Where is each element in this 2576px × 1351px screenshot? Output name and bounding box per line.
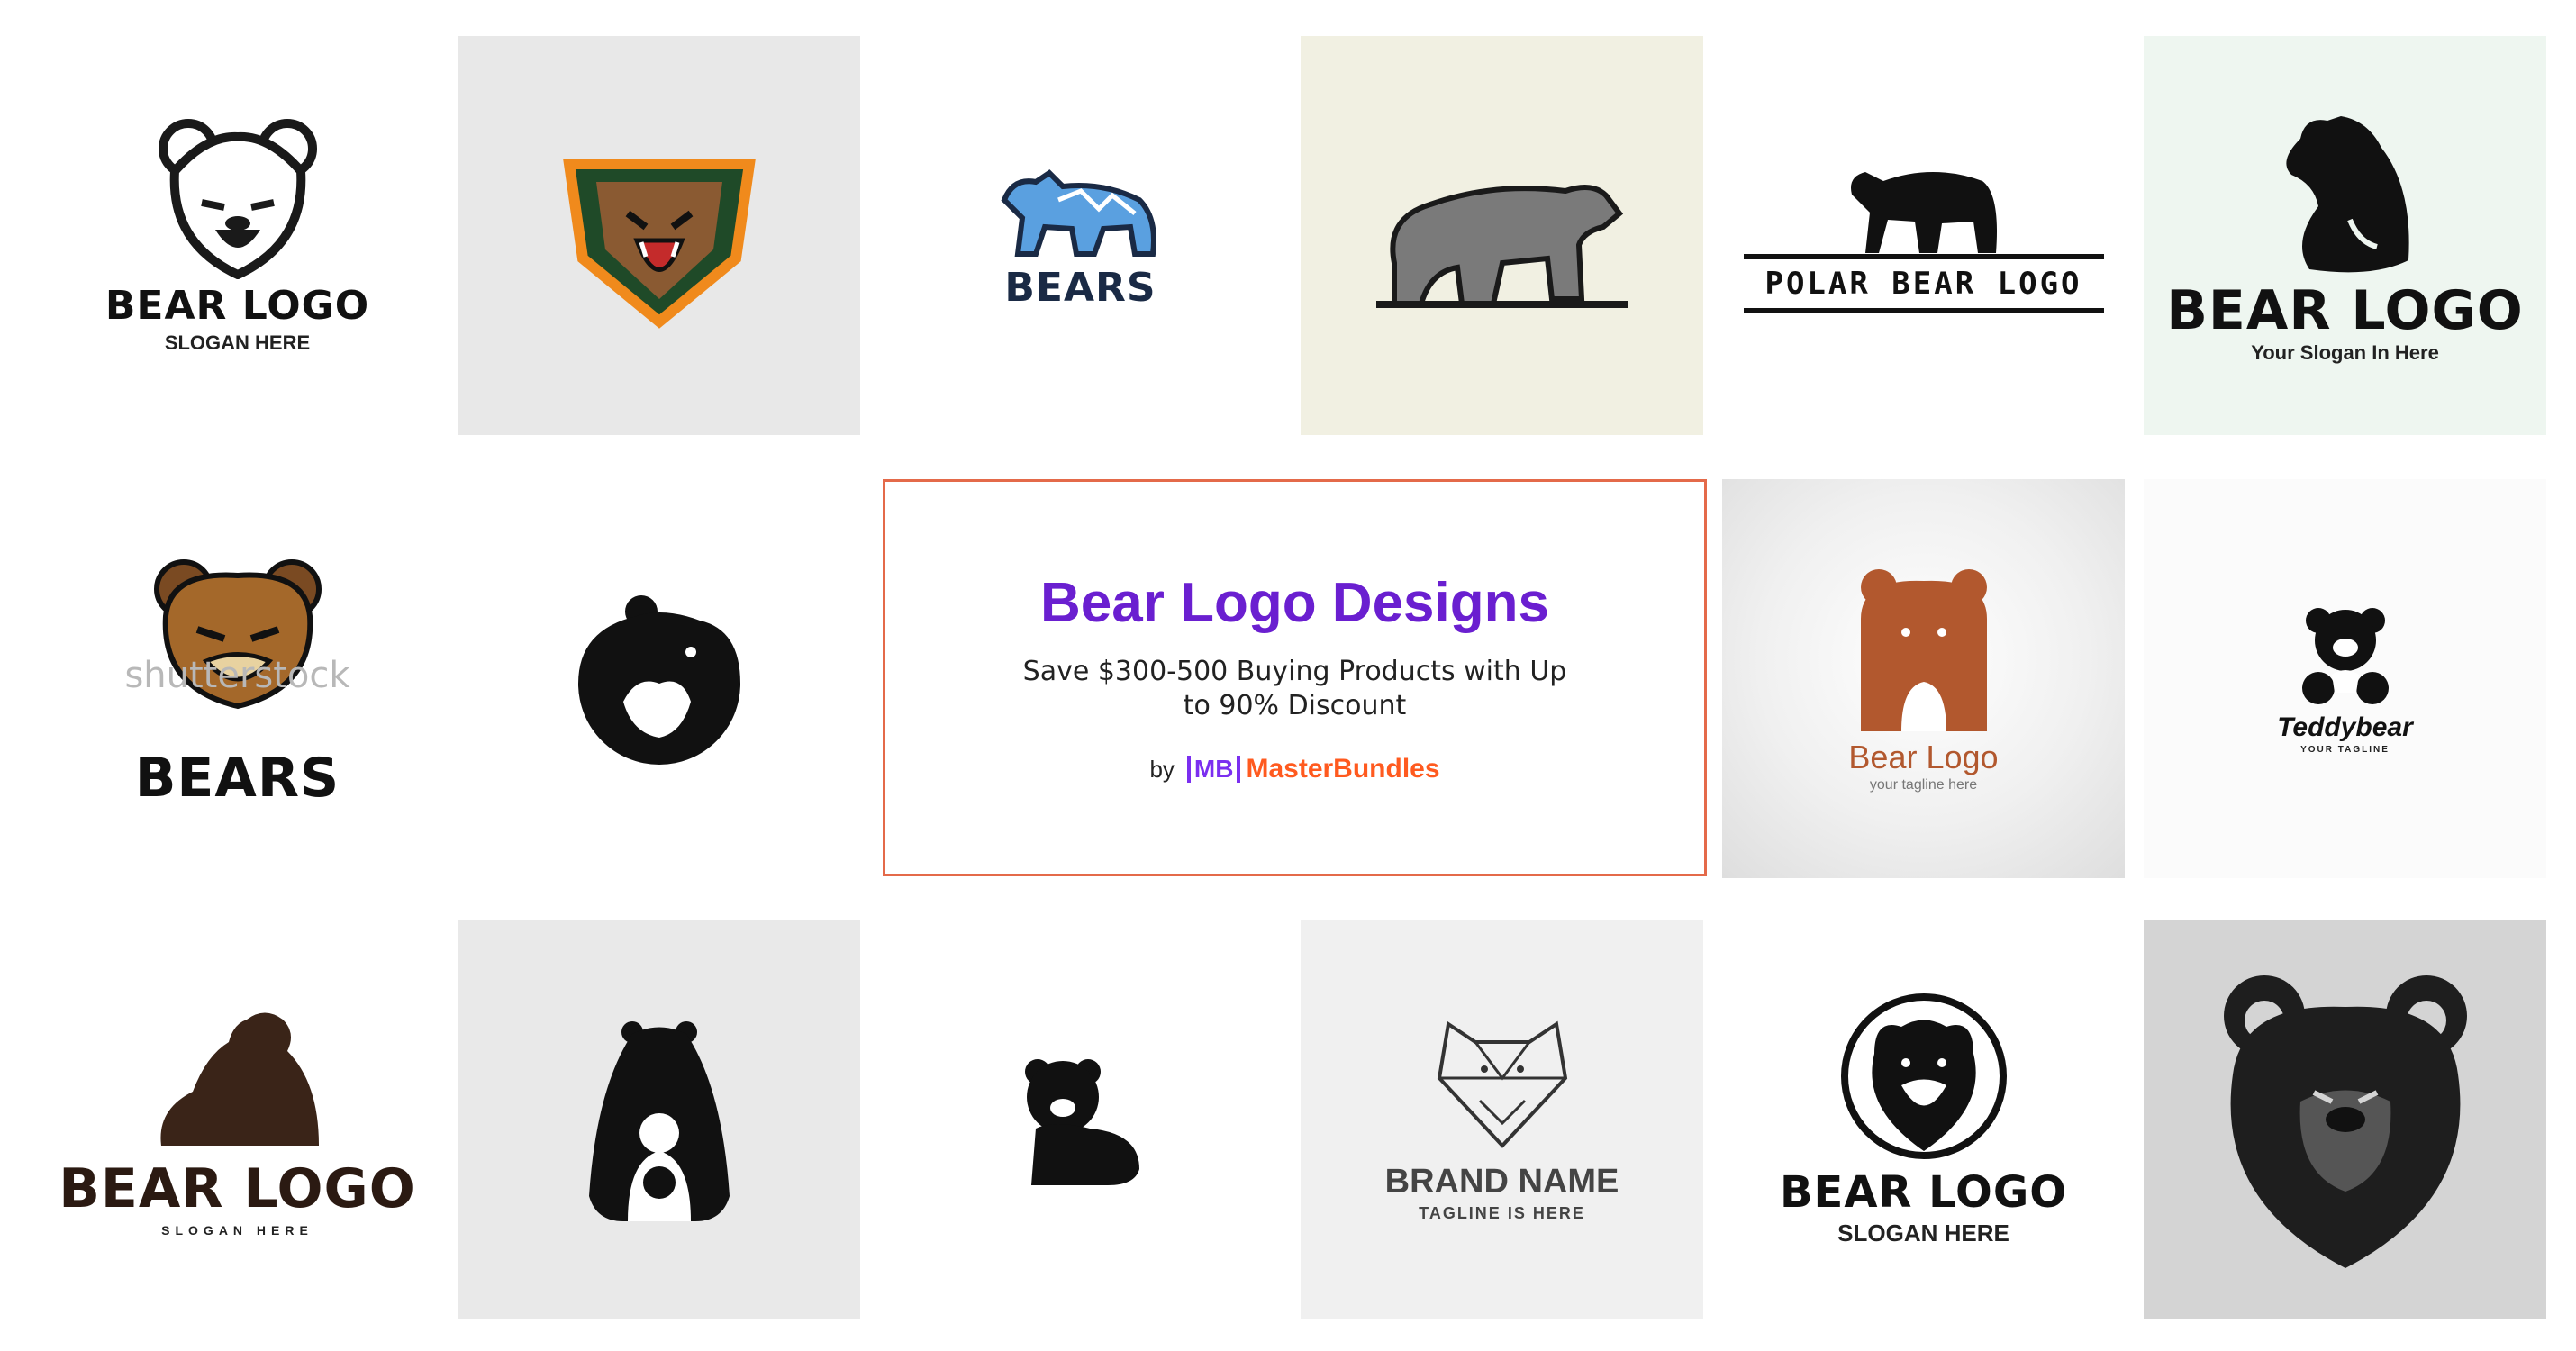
- brown-bear-front-icon: [1860, 568, 1987, 731]
- bear-head-outline-icon: [158, 118, 317, 279]
- bear-head-shield-icon: [2223, 975, 2467, 1268]
- bear-logo-tile-3[interactable]: BEARS: [879, 36, 1282, 435]
- logo-slogan: SLOGAN HERE: [164, 331, 311, 354]
- by-label: by: [1149, 755, 1175, 783]
- bear-logo-tile-7[interactable]: shutterstock BEARS: [36, 479, 439, 878]
- logo-slogan: YOUR TAGLINE: [2300, 745, 2390, 755]
- bear-logo-tile-16[interactable]: [2144, 920, 2546, 1319]
- bear-logo-tile-9[interactable]: Bear Logo your tagline here: [1722, 479, 2125, 878]
- logo-slogan: your tagline here: [1869, 776, 1978, 793]
- promo-attribution[interactable]: by MB MasterBundles: [1149, 754, 1439, 784]
- bear-logo-tile-13[interactable]: [879, 920, 1282, 1319]
- bear-head-circle-icon: [1840, 993, 2007, 1159]
- sitting-bear-silhouette-icon: [2285, 115, 2409, 272]
- logo-title: Bear Logo: [1848, 738, 1999, 775]
- bear-logo-tile-6[interactable]: BEAR LOGO Your Slogan In Here: [2144, 36, 2546, 435]
- logo-title: BEARS: [134, 746, 340, 810]
- logo-title: POLAR BEAR LOGO: [1764, 265, 2082, 302]
- logo-title: BRAND NAME: [1384, 1163, 1619, 1201]
- bear-logo-tile-11[interactable]: BEAR LOGO SLOGAN HERE: [36, 920, 439, 1319]
- bear-with-cub-icon: [577, 594, 740, 765]
- geometric-bear-head-icon: [1437, 1020, 1567, 1148]
- bear-logo-tile-2[interactable]: [458, 36, 860, 435]
- logo-title: BEAR LOGO: [59, 1156, 416, 1220]
- teddy-bear-icon: [2301, 608, 2389, 704]
- bear-logo-tile-1[interactable]: BEAR LOGO SLOGAN HERE: [36, 36, 439, 435]
- seated-brown-bear-icon: [159, 1012, 319, 1146]
- standing-bear-with-cub-icon: [588, 1020, 730, 1221]
- masterbundles-logo-icon: MB: [1186, 756, 1241, 783]
- bear-cub-icon: [1024, 1058, 1139, 1185]
- logo-slogan: SLOGAN HERE: [161, 1222, 313, 1238]
- bear-logo-tile-10[interactable]: Teddybear YOUR TAGLINE: [2144, 479, 2546, 878]
- bear-logo-tile-12[interactable]: [458, 920, 860, 1319]
- bear-logo-tile-8[interactable]: [458, 479, 860, 878]
- logo-title: BEAR LOGO: [104, 282, 370, 329]
- promo-card[interactable]: Bear Logo Designs Save $300-500 Buying P…: [883, 479, 1707, 876]
- promo-subtitle: Save $300-500 Buying Products with Up to…: [1022, 656, 1567, 721]
- stock-watermark: shutterstock: [124, 655, 350, 696]
- bear-logo-gallery: BEAR LOGO SLOGAN HERE BEARS POLAR BEAR L…: [0, 0, 2576, 1351]
- bear-logo-tile-5[interactable]: POLAR BEAR LOGO: [1722, 36, 2125, 435]
- logo-slogan: SLOGAN HERE: [1837, 1220, 2009, 1247]
- logo-title: Teddybear: [2277, 712, 2413, 742]
- logo-title: BEAR LOGO: [2166, 278, 2524, 342]
- walking-bear-icon: [1375, 184, 1628, 308]
- logo-slogan: TAGLINE IS HERE: [1419, 1204, 1585, 1222]
- bear-logo-tile-15[interactable]: BEAR LOGO SLOGAN HERE: [1722, 920, 2125, 1319]
- logo-banner: POLAR BEAR LOGO: [1743, 253, 2104, 313]
- logo-slogan: Your Slogan In Here: [2251, 340, 2439, 364]
- polar-bear-silhouette-icon: [1850, 171, 1997, 253]
- mountain-bear-icon: [1000, 168, 1156, 257]
- logo-title: BEAR LOGO: [1779, 1167, 2068, 1218]
- promo-title: Bear Logo Designs: [1040, 572, 1549, 634]
- roaring-bear-shield-icon: [562, 158, 756, 329]
- bear-logo-tile-4[interactable]: [1301, 36, 1703, 435]
- logo-title: BEARS: [1004, 264, 1156, 311]
- masterbundles-brand-name[interactable]: MasterBundles: [1246, 754, 1439, 784]
- bear-logo-tile-14[interactable]: BRAND NAME TAGLINE IS HERE: [1301, 920, 1703, 1319]
